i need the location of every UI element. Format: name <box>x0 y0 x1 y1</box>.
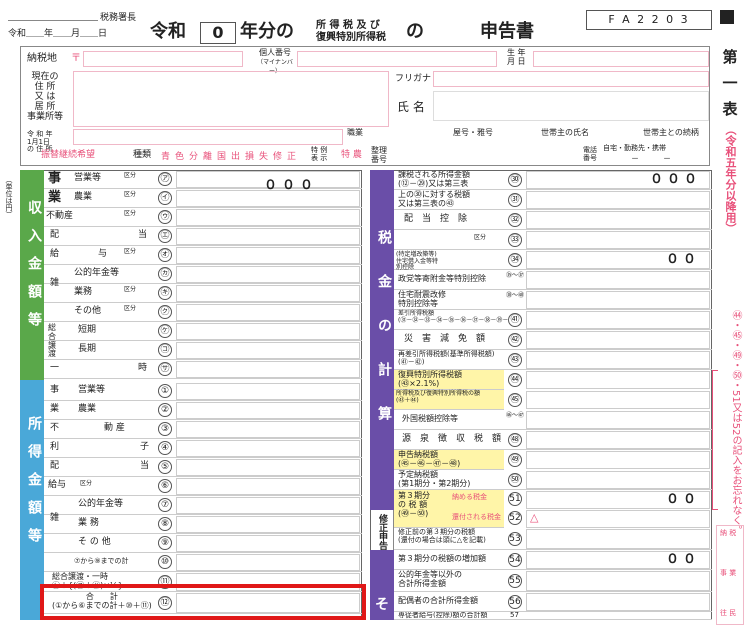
name-field[interactable] <box>433 91 709 121</box>
tax-small1: 所 得 税 及 び <box>316 20 380 31</box>
table-row: 災 害 減 免 額㊷ <box>394 330 712 350</box>
shotoku-section-label: 所得金額等 <box>26 416 42 556</box>
table-row: 雑公的年金等 ⑦ <box>44 496 362 523</box>
table-row: 差引所得税額 (㉛－㉜－㉝－㉞－㉟－㊱－㊲－㊳－㊴－㊵) ㊶ <box>394 310 712 330</box>
table-row: 不動 産③ <box>44 420 362 439</box>
tax-rows: 課税される所得金額 (⑫－㉙)又は第三表㉚ ０００ 上の㉚に対する税額 又は第三表… <box>394 170 712 620</box>
shurui-items: 青 色 分 離 国 出 損 失 修 正 <box>161 152 297 162</box>
table-row: (特定増改築等)住宅借入金等特別控除㉞ ００ <box>394 250 712 271</box>
far-right-box: 納 税 事 業 往 民 <box>716 525 744 625</box>
birth-label: 生 年 月 日 <box>507 48 526 66</box>
income-section-label: 収入金額等 <box>26 200 42 340</box>
table-row-highlight: 第３期分 の 税 額 (㊾－㊿) 納める税金 還付される税金 <box>394 490 504 528</box>
table-row: 事営業等 ① <box>44 382 362 401</box>
income-band: 収入金額等 <box>20 170 44 380</box>
table-row: 給与区分㋔ <box>44 246 362 265</box>
tax-small2: 復興特別所得税 <box>316 32 386 43</box>
table-row: 専従者給与(控除)額の合計額 57 <box>394 612 712 620</box>
address-block: 納税地 〒 個人番号 （マイナンバー） 生 年 月 日 現在の 住 所 又 は 居… <box>20 46 710 166</box>
hantei-label: 振替継続希望 <box>41 150 96 160</box>
table-row: 修正前の第３期分の税額 (還付の場合は頭に△を記載) 53 <box>394 528 712 550</box>
table-row: 政党等寄附金等特別控除 ㉟～㊲ <box>394 270 712 290</box>
table-row: 利子④ <box>44 439 362 458</box>
table-row: 配当⑤ <box>44 458 362 477</box>
seiri-label: 整理 番号 <box>371 146 387 164</box>
side-title: 第 一 表 <box>722 48 738 118</box>
highlight-box <box>40 584 366 620</box>
table-row: 長期㋙ <box>44 341 362 360</box>
mynumber-field[interactable] <box>297 51 497 67</box>
phone-types: 自宅・勤務先・携帯 <box>603 144 666 152</box>
zokugara-label: 世帯主との続柄 <box>643 128 699 137</box>
address-label: 現在の 住 所 又 は 居 所 事業所等 <box>27 72 64 122</box>
table-row: 配 当 控 除㉜ <box>394 210 712 230</box>
tax-section-label: 税金の計算 <box>376 230 392 450</box>
table-row: 業務 区分㋖ <box>44 284 362 303</box>
tokurei-value: 特 農 <box>341 150 362 160</box>
form-code: F A 2 2 0 3 <box>586 10 712 30</box>
shusei-band: 修正申告 <box>370 510 394 550</box>
name-label: 氏 名 <box>397 100 425 114</box>
sono-band: そ <box>370 550 394 620</box>
furigana-field[interactable] <box>433 71 709 87</box>
table-row: 公的年金等以外の 合計所得金額 55 <box>394 570 712 592</box>
tax-band: 税金の計算 <box>370 170 394 510</box>
table-row: 予定納税額 (第1期分・第2期分) ㊿ <box>394 470 712 490</box>
table-row: 外国税額控除等 ㊻～㊼ <box>394 410 712 430</box>
phone-dashes: － － <box>631 154 671 163</box>
shusei-label: 修正申告 <box>377 514 387 550</box>
table-row: その他 区分㋗ <box>44 303 362 322</box>
table-row: 源 泉 徴 収 税 額㊽ <box>394 430 712 450</box>
table-row: 区分㉝ <box>394 230 712 250</box>
corner-mark <box>720 10 734 24</box>
bracket <box>712 370 718 510</box>
table-row: そ の 他⑨ <box>44 534 362 553</box>
left-zero-digits: ０００ <box>264 178 319 193</box>
table-row: 配偶者の合計所得金額 56 <box>394 592 712 612</box>
table-row: 給与 区分 ⑥ <box>44 477 362 496</box>
table-row: 配当㋓ <box>44 227 362 246</box>
table-row: 業農業 ② <box>44 401 362 420</box>
sono-label: そ <box>375 597 389 613</box>
table-row: 第３期分の税額の増加額 54 ００ <box>394 550 712 570</box>
table-row: 課税される所得金額 (⑫－㉙)又は第三表㉚ ０００ <box>394 170 712 190</box>
birth-field[interactable] <box>533 51 709 67</box>
side-right-note: ㊹・㊺・㊾・㊿・51又は52の記入をお忘れなく。 <box>730 310 741 536</box>
table-row-highlight: 復興特別所得税額 (㊸×2.1%) <box>394 370 504 390</box>
jan1-address-field[interactable] <box>73 129 343 145</box>
table-row: 業 務⑧ <box>44 515 362 534</box>
setainushi-label: 世帯主の氏名 <box>541 128 589 137</box>
table-row: 上の㉚に対する税額 又は第三表の㊸㉛ <box>394 190 712 210</box>
table-row-highlight: 所得税及び復興特別所得税の額 (㊸＋㊹) <box>394 390 504 410</box>
shurui-label: 種類 <box>133 150 152 160</box>
table-row: 総合譲渡 短期㋘ <box>44 322 362 358</box>
furigana-label: フリガナ <box>395 74 432 84</box>
postal-field[interactable] <box>83 51 243 67</box>
table-row: 不動産 区分㋒ <box>44 208 362 227</box>
shokugyo-label: 職業 <box>347 128 363 137</box>
side-note: （令和五年分以降用） <box>724 124 737 234</box>
table-row: 雑公的年金等㋕ <box>44 265 362 288</box>
era: 令和 <box>150 21 186 42</box>
office-suffix: 税務署長 <box>100 13 137 23</box>
address-field[interactable] <box>73 71 389 127</box>
phone-label: 電話 番号 <box>583 146 597 162</box>
table-row: 一時㋚ <box>44 360 362 379</box>
date-line: 令和＿＿年＿＿月＿＿日 <box>8 29 108 39</box>
table-row: 住宅耐震改修 特別控除等 ㊳～㊵ <box>394 290 712 310</box>
tokurei-label: 特 例 表 示 <box>311 146 328 162</box>
no-char: の <box>406 21 424 42</box>
table-row-highlight: 申告納税額 (㊺－㊻－㊼－㊽) <box>394 450 504 470</box>
table-row: ⑦から⑨までの計 ⑩ <box>44 553 362 572</box>
doc-title: 申告書 <box>480 21 534 42</box>
postal-mark: 〒 <box>71 53 81 64</box>
nozeichi-label: 納税地 <box>27 53 57 64</box>
unit-note: （単位は円） <box>5 176 13 218</box>
yago-label: 屋号・雅号 <box>453 128 493 137</box>
header: 税務署長 令和＿＿年＿＿月＿＿日 <box>8 8 278 48</box>
year-box[interactable]: 0 <box>200 22 236 44</box>
year-suffix: 年分の <box>240 21 294 42</box>
table-row: 再差引所得税額(基準所得税額) (㊶－㊷) ㊸ <box>394 350 712 370</box>
